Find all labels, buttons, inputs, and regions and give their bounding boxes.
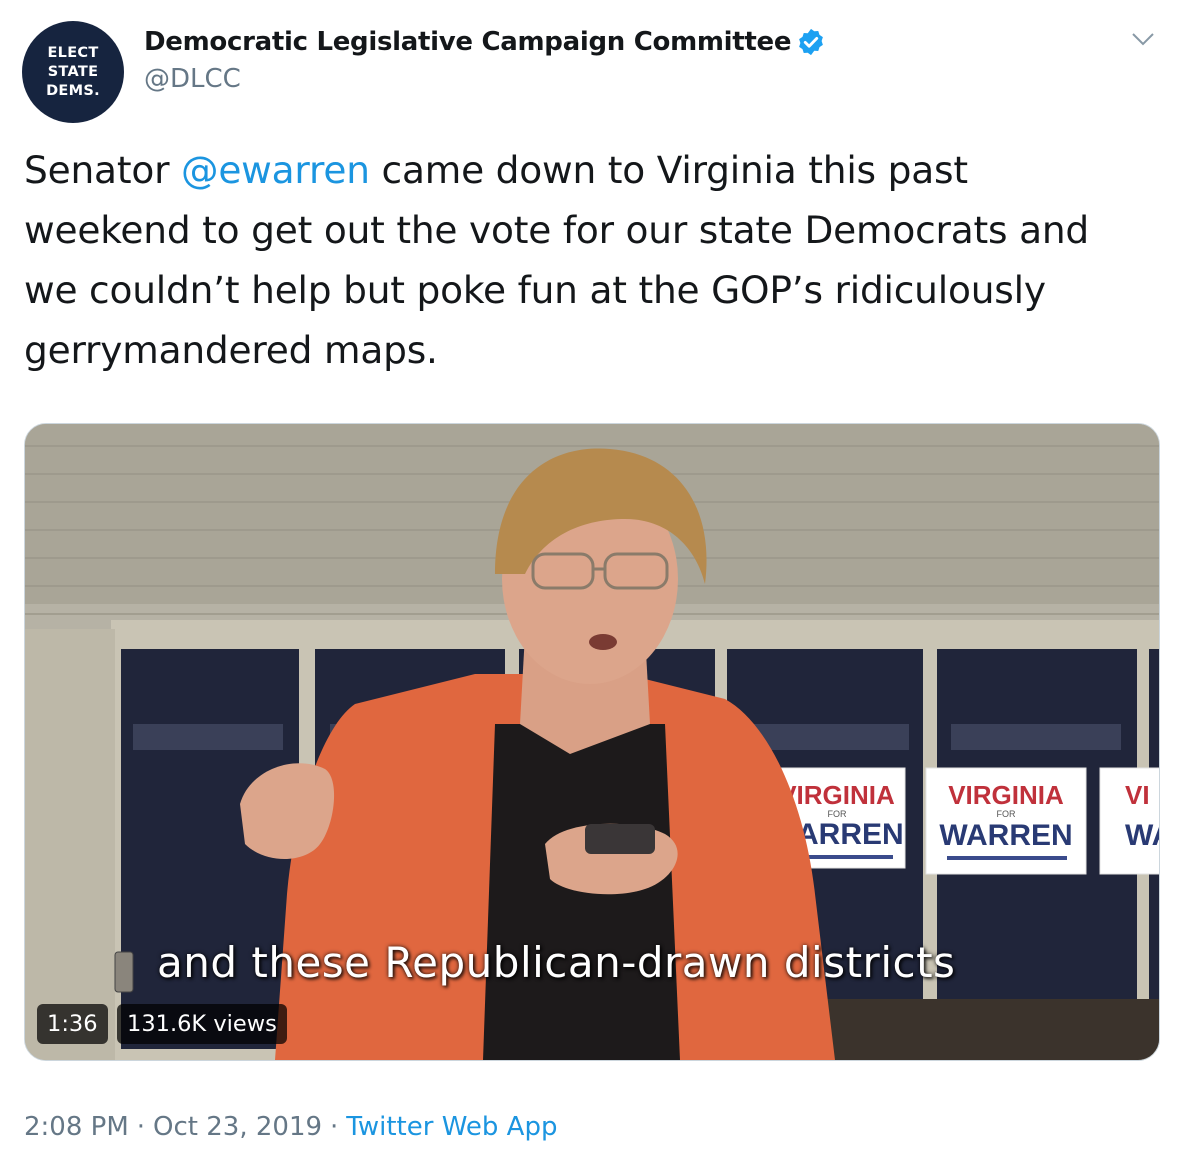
meta-separator-2: · xyxy=(330,1112,339,1142)
video-subtitle: and these Republican-drawn districts xyxy=(157,938,956,987)
tweet-text: Senator @ewarren came down to Virginia t… xyxy=(24,140,1144,380)
chevron-down-icon xyxy=(1132,33,1154,46)
video-duration-badge: 1:36 xyxy=(37,1004,108,1044)
mention-link[interactable]: @ewarren xyxy=(181,148,370,192)
video-views-badge: 131.6K views xyxy=(117,1004,287,1044)
display-name[interactable]: Democratic Legislative Campaign Committe… xyxy=(144,27,792,57)
author-block: Democratic Legislative Campaign Committe… xyxy=(144,24,826,94)
name-row: Democratic Legislative Campaign Committe… xyxy=(144,24,826,60)
avatar-text-line-2: STATE xyxy=(47,63,99,80)
tweet-time[interactable]: 2:08 PM xyxy=(24,1112,129,1142)
sign-2-bottom-text: WARREN xyxy=(939,819,1072,852)
video-player[interactable]: VIRGINIA FOR WARREN VIRGINIA FOR WARREN … xyxy=(24,423,1160,1061)
avatar[interactable]: ELECT STATE DEMS. xyxy=(22,21,124,123)
tweet-meta: 2:08 PM · Oct 23, 2019 · Twitter Web App xyxy=(24,1112,557,1142)
meta-separator: · xyxy=(136,1112,146,1142)
tweet-text-prefix: Senator xyxy=(24,148,182,192)
tweet-menu-button[interactable] xyxy=(1126,24,1160,54)
tweet-date[interactable]: Oct 23, 2019 xyxy=(153,1112,322,1142)
sign-2-small-text: FOR xyxy=(997,809,1016,819)
tweet-card: ELECT STATE DEMS. Democratic Legislative… xyxy=(0,0,1184,1174)
sign-1-top-text: VIRGINIA xyxy=(779,780,895,810)
handle[interactable]: @DLCC xyxy=(144,64,826,94)
tweet-source-link[interactable]: Twitter Web App xyxy=(346,1112,557,1142)
sign-3-bottom-text: WA xyxy=(1125,819,1159,852)
avatar-text-line-1: ELECT xyxy=(47,44,99,61)
verified-badge-icon xyxy=(796,27,826,57)
sign-3-top-text: VI xyxy=(1125,780,1150,810)
avatar-text-line-3: DEMS. xyxy=(46,82,100,99)
sign-2-top-text: VIRGINIA xyxy=(948,780,1064,810)
